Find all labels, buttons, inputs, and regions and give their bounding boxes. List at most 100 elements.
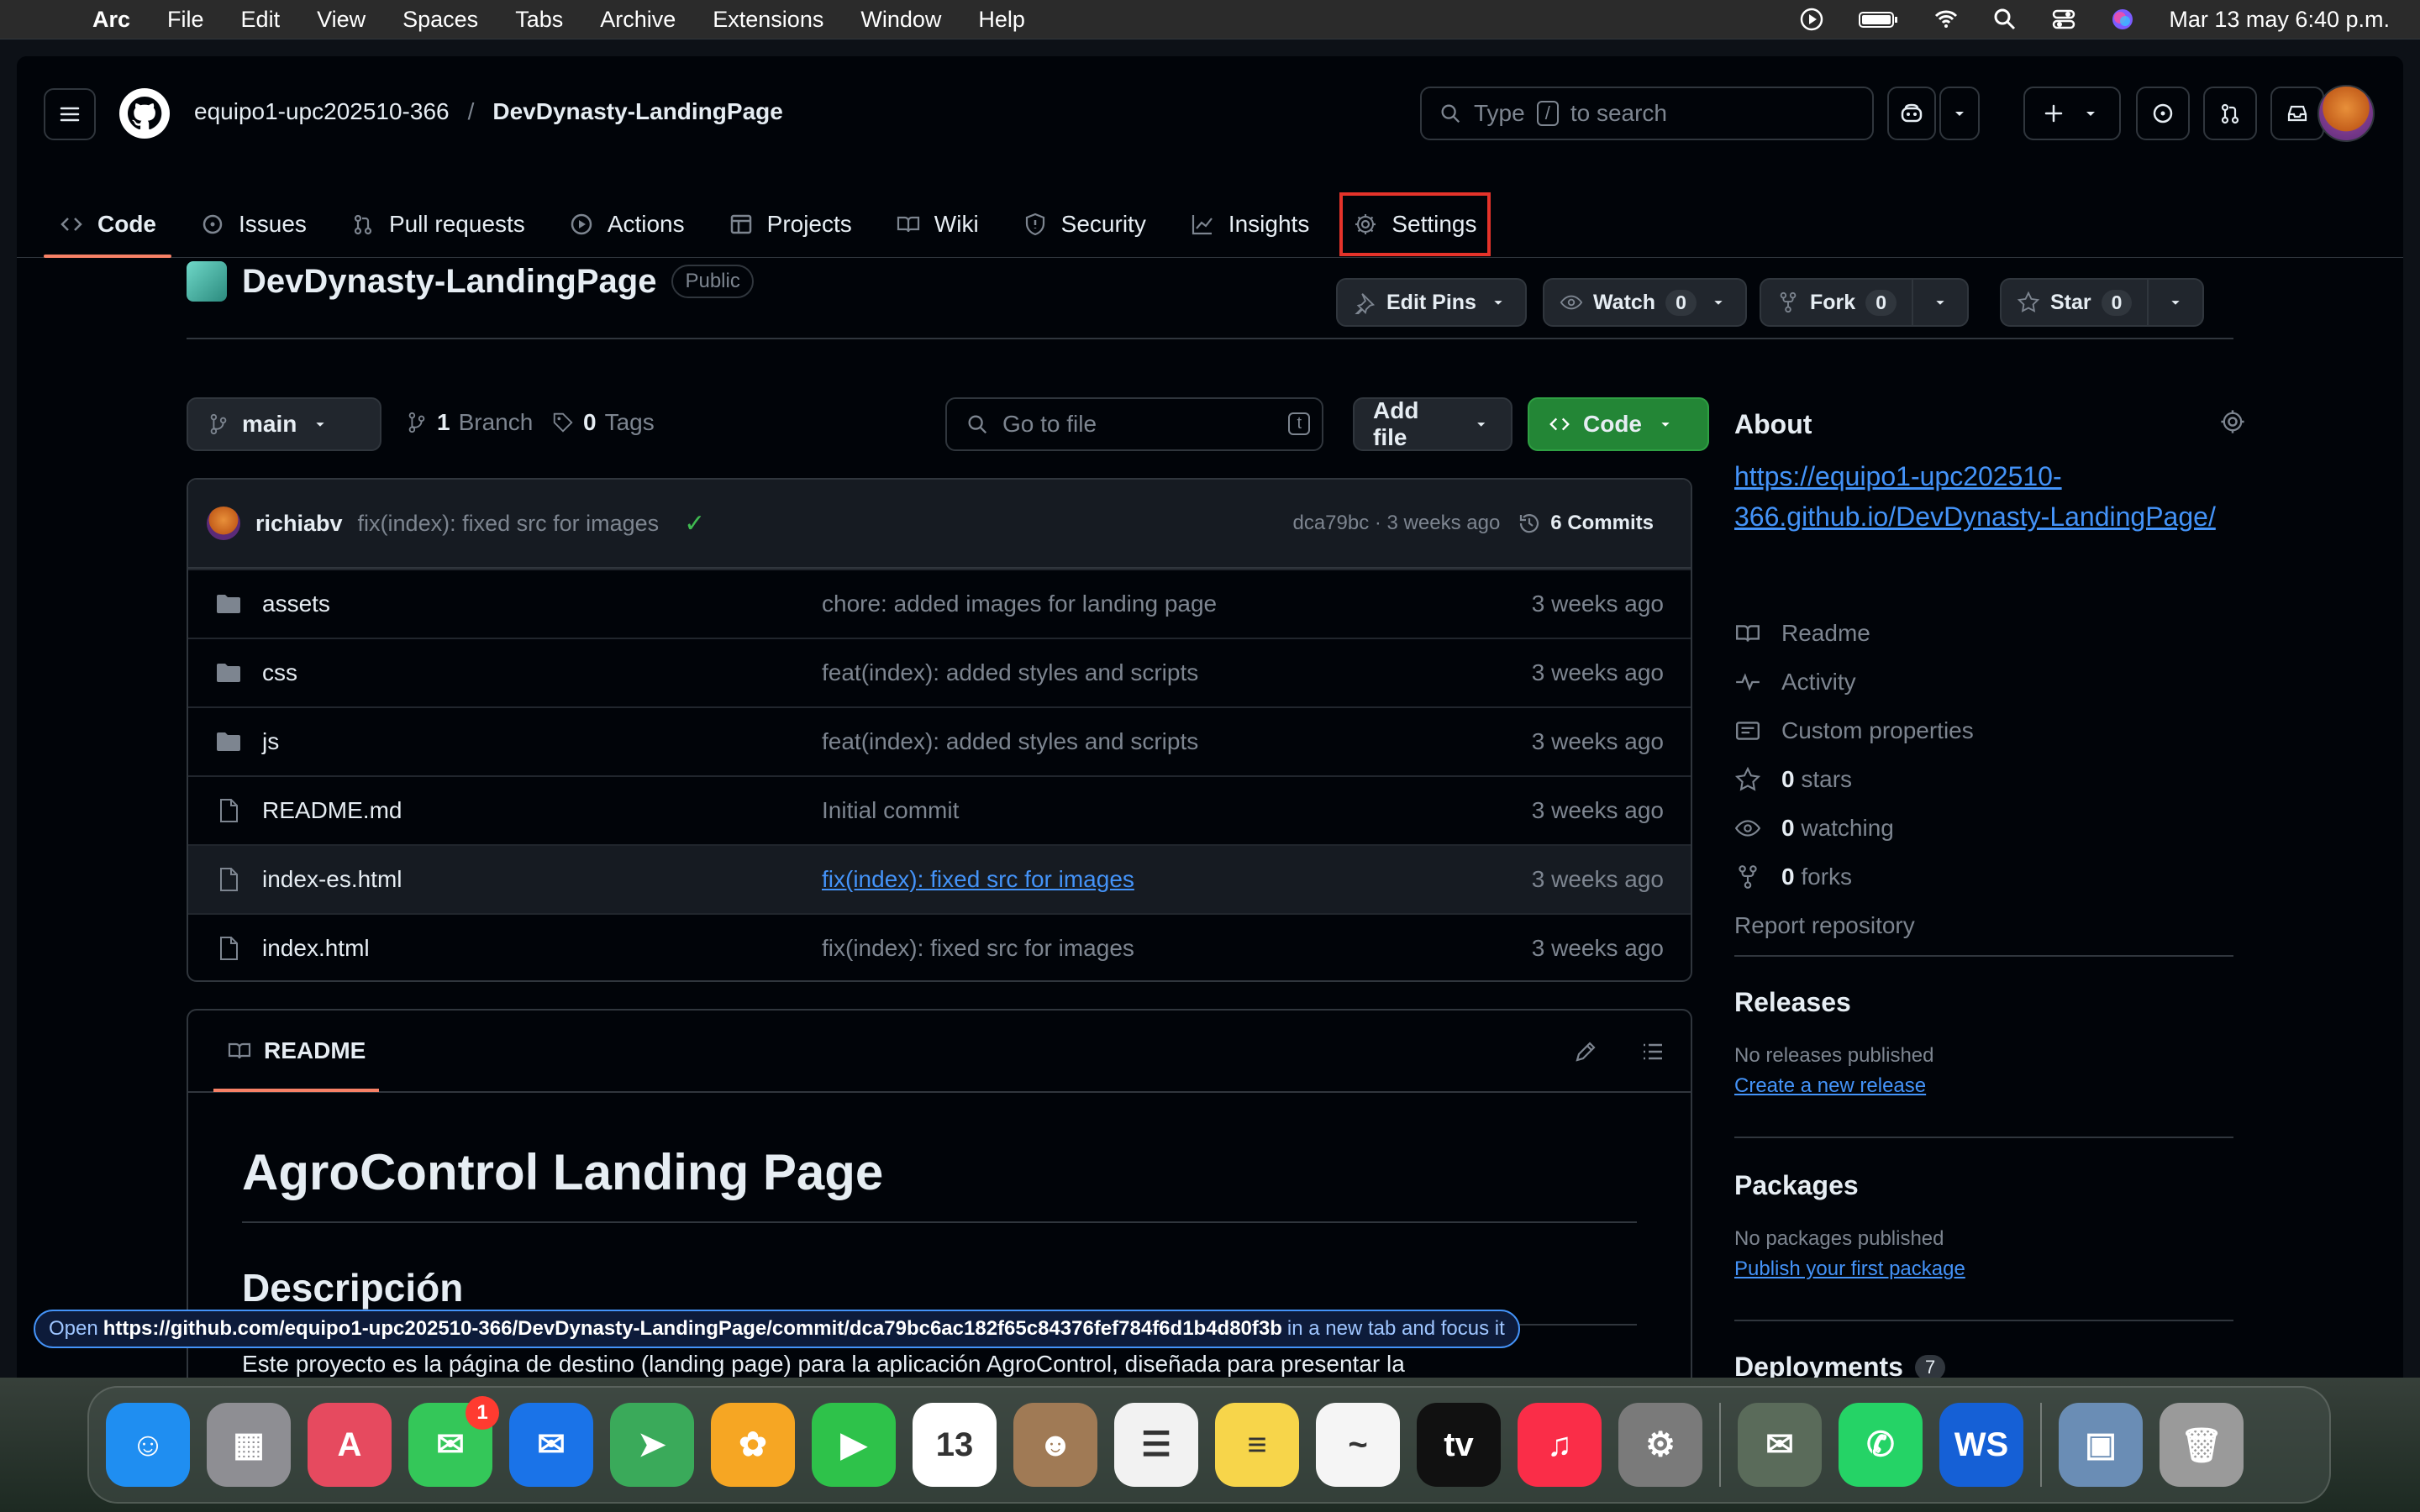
tab-projects[interactable]: Projects	[713, 191, 867, 258]
code-dropdown-button[interactable]: Code	[1528, 397, 1709, 451]
branches-link[interactable]: 1 Branch	[405, 409, 533, 436]
readme-tab[interactable]: README	[213, 1011, 380, 1092]
homepage-link[interactable]: https://equipo1-upc202510-366.github.io/…	[1734, 456, 2238, 537]
menu-file[interactable]: File	[167, 7, 204, 33]
dock-apple-tv-icon[interactable]: tv	[1417, 1403, 1501, 1487]
dock-launchpad-icon[interactable]: ▦	[207, 1403, 291, 1487]
dock-music-icon[interactable]: ♫	[1518, 1403, 1602, 1487]
table-row[interactable]: index-es.html fix(index): fixed src for …	[188, 844, 1691, 913]
menu-button[interactable]	[44, 88, 96, 140]
go-to-file-input[interactable]: Go to file t	[945, 397, 1323, 451]
dock-mail-icon[interactable]: ✉	[509, 1403, 593, 1487]
create-new-button[interactable]	[2023, 87, 2121, 140]
dock-contacts-icon[interactable]: ☻	[1013, 1403, 1097, 1487]
menu-archive[interactable]: Archive	[600, 7, 676, 33]
siri-icon[interactable]	[2110, 7, 2135, 32]
table-row[interactable]: assets chore: added images for landing p…	[188, 569, 1691, 638]
menu-app-name[interactable]: Arc	[92, 7, 130, 33]
breadcrumb-repo[interactable]: DevDynasty-LandingPage	[492, 98, 782, 125]
dock-system-settings-icon[interactable]: ⚙	[1618, 1403, 1702, 1487]
branch-selector[interactable]: main	[187, 397, 381, 451]
pencil-icon[interactable]	[1573, 1039, 1598, 1064]
about-watching[interactable]: 0 watching	[1734, 804, 1974, 853]
dock-freeform-icon[interactable]: ~	[1316, 1403, 1400, 1487]
tab-wiki[interactable]: Wiki	[881, 191, 994, 258]
commit-author[interactable]: richiabv	[255, 511, 343, 537]
copilot-button[interactable]	[1887, 87, 1936, 140]
dock-webstorm-icon[interactable]: WS	[1939, 1403, 2023, 1487]
tab-actions[interactable]: Actions	[554, 191, 700, 258]
gear-icon[interactable]	[2218, 407, 2247, 436]
dock-facetime-icon[interactable]: ▶	[812, 1403, 896, 1487]
about-forks[interactable]: 0 forks	[1734, 853, 1974, 901]
commit-message[interactable]: fix(index): fixed src for images	[358, 511, 660, 537]
copilot-dropdown-button[interactable]	[1939, 87, 1980, 140]
dock-finder-icon[interactable]: ☺	[106, 1403, 190, 1487]
tab-security[interactable]: Security	[1007, 191, 1161, 258]
tab-insights[interactable]: Insights	[1175, 191, 1325, 258]
publish-package-link[interactable]: Publish your first package	[1734, 1257, 1965, 1281]
table-row[interactable]: css feat(index): added styles and script…	[188, 638, 1691, 706]
file-commit-message[interactable]: chore: added images for landing page	[822, 591, 1532, 617]
packages-title[interactable]: Packages	[1734, 1170, 1859, 1201]
create-release-link[interactable]: Create a new release	[1734, 1074, 1926, 1098]
fork-button[interactable]: Fork 0	[1760, 278, 1969, 327]
check-icon[interactable]: ✓	[684, 509, 705, 538]
deployments-title[interactable]: Deployments 7	[1734, 1352, 1946, 1378]
tab-issues[interactable]: Issues	[185, 191, 322, 258]
file-commit-message[interactable]: feat(index): added styles and scripts	[822, 728, 1532, 755]
menu-extensions[interactable]: Extensions	[713, 7, 823, 33]
media-play-icon[interactable]	[1799, 7, 1824, 32]
report-repository-link[interactable]: Report repository	[1734, 901, 1974, 950]
about-readme[interactable]: Readme	[1734, 609, 1974, 658]
about-activity[interactable]: Activity	[1734, 658, 1974, 706]
dock-whatsapp-icon[interactable]: ✆	[1839, 1403, 1923, 1487]
dock-calendar-icon[interactable]: 13	[913, 1403, 997, 1487]
dock-reminders-icon[interactable]: ☰	[1114, 1403, 1198, 1487]
breadcrumb-owner[interactable]: equipo1-upc202510-366	[194, 98, 450, 125]
file-name[interactable]: README.md	[262, 797, 822, 824]
commit-author-avatar[interactable]	[207, 507, 240, 540]
menubar-clock[interactable]: Mar 13 may 6:40 p.m.	[2169, 7, 2390, 33]
issues-button[interactable]	[2136, 87, 2190, 140]
tab-code[interactable]: Code	[44, 191, 171, 258]
dock-mail-app-icon[interactable]: ✉	[1738, 1403, 1822, 1487]
dock-messages-icon[interactable]: ✉ 1	[408, 1396, 499, 1487]
battery-icon[interactable]	[1858, 7, 1900, 32]
dock-trash-icon[interactable]: 🗑	[2160, 1403, 2244, 1487]
file-commit-message[interactable]: feat(index): added styles and scripts	[822, 659, 1532, 686]
file-commit-message[interactable]: fix(index): fixed src for images	[822, 935, 1532, 962]
repo-name[interactable]: DevDynasty-LandingPage	[242, 263, 656, 301]
about-custom-properties[interactable]: Custom properties	[1734, 706, 1974, 755]
star-button[interactable]: Star 0	[2000, 278, 2205, 327]
control-center-icon[interactable]	[2051, 7, 2076, 32]
dock-preview-icon[interactable]: ▣	[2059, 1403, 2143, 1487]
file-name[interactable]: assets	[262, 591, 822, 617]
file-name[interactable]: css	[262, 659, 822, 686]
outline-list-icon[interactable]	[1640, 1039, 1665, 1064]
dock-photos-icon[interactable]: ✿	[711, 1403, 795, 1487]
tab-pull-requests[interactable]: Pull requests	[335, 191, 540, 258]
global-search-input[interactable]: Type / to search	[1420, 87, 1874, 140]
dock-notes-icon[interactable]: ≡	[1215, 1403, 1299, 1487]
file-name[interactable]: index.html	[262, 935, 822, 962]
file-commit-message[interactable]: Initial commit	[822, 797, 1532, 824]
file-commit-message[interactable]: fix(index): fixed src for images	[822, 866, 1532, 893]
releases-title[interactable]: Releases	[1734, 987, 1851, 1018]
about-stars[interactable]: 0 stars	[1734, 755, 1974, 804]
dock-arc-icon[interactable]: A	[308, 1403, 392, 1487]
watch-button[interactable]: Watch 0	[1543, 278, 1747, 327]
inbox-button[interactable]	[2270, 87, 2324, 140]
menu-view[interactable]: View	[317, 7, 366, 33]
menu-edit[interactable]: Edit	[241, 7, 281, 33]
star-dropdown[interactable]	[2147, 280, 2202, 325]
wifi-icon[interactable]	[1933, 7, 1959, 32]
pull-requests-button[interactable]	[2203, 87, 2257, 140]
tags-link[interactable]: 0 Tags	[551, 409, 655, 436]
file-name[interactable]: js	[262, 728, 822, 755]
table-row[interactable]: README.md Initial commit 3 weeks ago	[188, 775, 1691, 844]
github-logo-icon[interactable]	[118, 87, 171, 140]
add-file-button[interactable]: Add file	[1353, 397, 1512, 451]
menu-spaces[interactable]: Spaces	[402, 7, 478, 33]
menu-tabs[interactable]: Tabs	[515, 7, 563, 33]
